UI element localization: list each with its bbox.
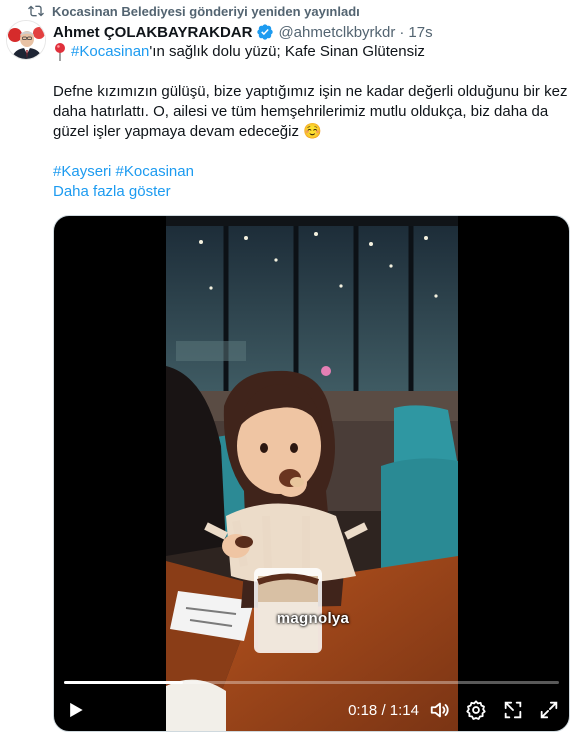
video-frame[interactable]: magnolya bbox=[166, 216, 458, 731]
tweet-paragraph: Defne kızımızın gülüşü, bize yaptığımız … bbox=[53, 82, 578, 142]
current-time: 0:18 bbox=[348, 702, 378, 719]
video-progress-fill bbox=[64, 681, 183, 684]
tweet-header: Ahmet ÇOLAKBAYRAKDAR @ahmetclkbyrkdr · 1… bbox=[53, 22, 433, 42]
video-progress-bar[interactable] bbox=[64, 681, 559, 684]
hashtag-link[interactable]: #Kayseri bbox=[53, 163, 111, 180]
timestamp[interactable]: 17s bbox=[408, 24, 432, 41]
repost-icon bbox=[28, 3, 44, 19]
fullscreen-icon[interactable] bbox=[537, 698, 561, 722]
user-handle[interactable]: @ahmetclkbyrkdr bbox=[278, 24, 395, 41]
video-time-display: 0:18 / 1:14 bbox=[348, 702, 419, 719]
hashtag-link[interactable]: #Kocasinan bbox=[116, 163, 194, 180]
video-controls: 0:18 / 1:14 bbox=[54, 694, 569, 726]
video-still-image bbox=[166, 216, 458, 731]
settings-gear-icon[interactable] bbox=[464, 698, 488, 722]
tweet-text: #Kocasinan'ın sağlık dolu yüzü; Kafe Sin… bbox=[53, 42, 578, 202]
separator-dot: · bbox=[399, 23, 405, 41]
video-caption: magnolya bbox=[276, 610, 350, 627]
smiling-face-emoji-icon: ☺️ bbox=[303, 123, 322, 140]
play-icon[interactable] bbox=[64, 698, 88, 722]
video-player[interactable]: magnolya 0:18 / 1:14 bbox=[53, 215, 570, 732]
display-name[interactable]: Ahmet ÇOLAKBAYRAKDAR bbox=[53, 24, 252, 41]
picture-in-picture-icon[interactable] bbox=[501, 698, 525, 722]
hashtag-kocasinan-link[interactable]: #Kocasinan bbox=[71, 42, 149, 62]
tweet-first-line-text: 'ın sağlık dolu yüzü; Kafe Sinan Glütens… bbox=[149, 43, 425, 60]
repost-text: Kocasinan Belediyesi gönderiyi yeniden y… bbox=[52, 3, 360, 19]
time-separator: / bbox=[377, 702, 390, 719]
round-pushpin-icon bbox=[53, 42, 67, 62]
verified-badge-icon[interactable] bbox=[256, 23, 274, 41]
hashtags-line: #Kayseri #Kocasinan bbox=[53, 162, 578, 182]
show-more-link[interactable]: Daha fazla göster bbox=[53, 183, 171, 200]
repost-indicator[interactable]: Kocasinan Belediyesi gönderiyi yeniden y… bbox=[28, 2, 360, 20]
volume-icon[interactable] bbox=[428, 698, 452, 722]
duration: 1:14 bbox=[389, 702, 419, 719]
avatar[interactable] bbox=[6, 20, 46, 60]
tweet-first-line: #Kocasinan'ın sağlık dolu yüzü; Kafe Sin… bbox=[53, 42, 578, 62]
